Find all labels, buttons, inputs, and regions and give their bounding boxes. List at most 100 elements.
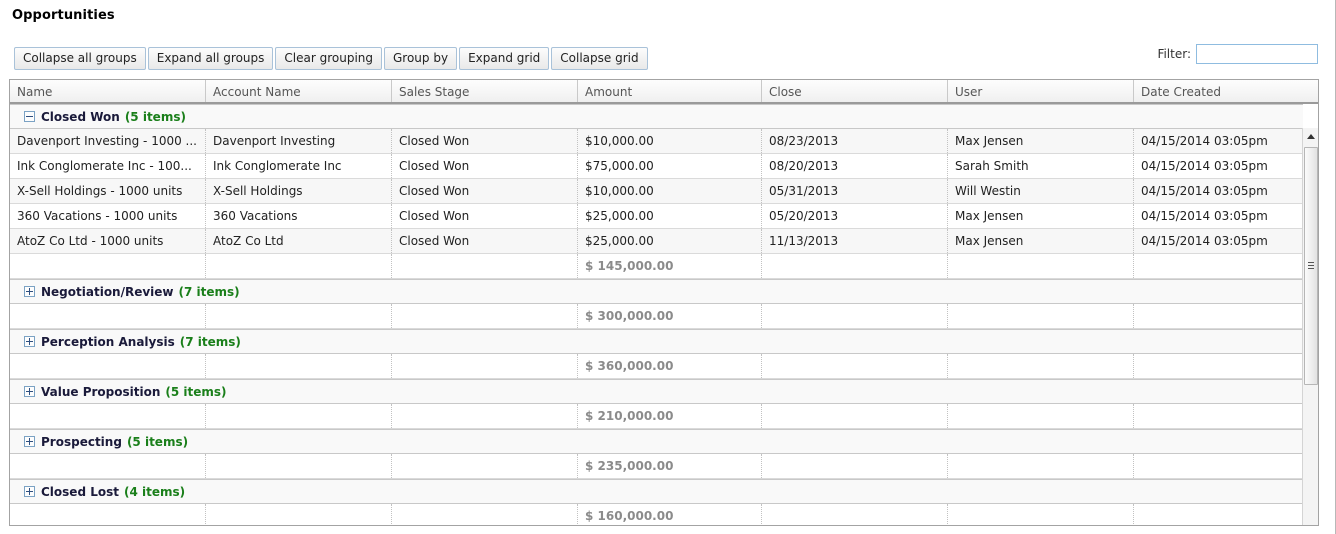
group-summary-blank bbox=[948, 454, 1134, 478]
column-header-amount[interactable]: Amount bbox=[578, 80, 762, 102]
cell-close: 08/23/2013 bbox=[762, 129, 948, 153]
cell-account-name: X-Sell Holdings bbox=[206, 179, 392, 203]
group-title: Perception Analysis bbox=[41, 334, 175, 349]
plus-box-icon[interactable] bbox=[24, 486, 35, 497]
table-row[interactable]: Davenport Investing - 1000 ... Davenport … bbox=[10, 129, 1303, 154]
cell-sales-stage: Closed Won bbox=[392, 204, 578, 228]
group-item-count: (5 items) bbox=[165, 384, 227, 399]
table-row[interactable]: AtoZ Co Ltd - 1000 units AtoZ Co Ltd Close… bbox=[10, 229, 1303, 254]
cell-date-created: 04/15/2014 03:05pm bbox=[1141, 209, 1268, 223]
group-item-count: (7 items) bbox=[179, 334, 241, 349]
group-summary-amount: $ 210,000.00 bbox=[578, 404, 762, 428]
group-summary-blank bbox=[1134, 254, 1303, 278]
group-header-row[interactable]: Value Proposition (5 items) bbox=[10, 379, 1303, 404]
table-row[interactable]: X-Sell Holdings - 1000 units X-Sell Holdi… bbox=[10, 179, 1303, 204]
group-summary-row: $ 235,000.00 bbox=[10, 454, 1303, 479]
group-title: Closed Won bbox=[41, 109, 120, 124]
group-header-row[interactable]: Prospecting (5 items) bbox=[10, 429, 1303, 454]
cell-amount: $10,000.00 bbox=[578, 129, 762, 153]
collapse-all-groups-button[interactable]: Collapse all groups bbox=[14, 47, 146, 70]
group-summary-blank bbox=[392, 404, 578, 428]
cell-user: Max Jensen bbox=[948, 129, 1134, 153]
cell-account-name: Ink Conglomerate Inc bbox=[206, 154, 392, 178]
group-summary-blank bbox=[1134, 504, 1303, 525]
cell-sales-stage: Closed Won bbox=[392, 154, 578, 178]
group-summary-blank bbox=[1134, 404, 1303, 428]
opportunities-page: Opportunities Collapse all groups Expand … bbox=[0, 0, 1336, 534]
group-title: Negotiation/Review bbox=[41, 284, 174, 299]
scroll-up-arrow-icon[interactable] bbox=[1303, 128, 1318, 145]
plus-box-icon[interactable] bbox=[24, 336, 35, 347]
cell-close: 05/31/2013 bbox=[762, 179, 948, 203]
column-header-close[interactable]: Close bbox=[762, 80, 948, 102]
group-summary-blank bbox=[392, 254, 578, 278]
group-summary-blank bbox=[10, 454, 206, 478]
expand-all-groups-button[interactable]: Expand all groups bbox=[147, 47, 274, 70]
group-summary-amount: $ 160,000.00 bbox=[578, 504, 762, 525]
group-summary-blank bbox=[762, 354, 948, 378]
cell-date-created: 04/15/2014 03:05pm bbox=[1141, 159, 1268, 173]
group-summary-blank bbox=[948, 304, 1134, 328]
grid-rows-container: Closed Won (5 items) Davenport Investing -… bbox=[10, 104, 1303, 525]
table-row[interactable]: Ink Conglomerate Inc - 100... Ink Conglom… bbox=[10, 154, 1303, 179]
filter-label: Filter: bbox=[1157, 47, 1191, 61]
collapse-grid-button[interactable]: Collapse grid bbox=[551, 47, 648, 70]
group-header-row[interactable]: Negotiation/Review (7 items) bbox=[10, 279, 1303, 304]
group-summary-blank bbox=[10, 304, 206, 328]
cell-user: Max Jensen bbox=[948, 204, 1134, 228]
group-summary-amount: $ 145,000.00 bbox=[578, 254, 762, 278]
plus-box-icon[interactable] bbox=[24, 436, 35, 447]
group-title: Value Proposition bbox=[41, 384, 161, 399]
group-summary-blank bbox=[10, 354, 206, 378]
cell-name: X-Sell Holdings - 1000 units bbox=[10, 179, 206, 203]
clear-grouping-button[interactable]: Clear grouping bbox=[275, 47, 382, 70]
column-header-name[interactable]: Name bbox=[10, 80, 206, 102]
group-summary-blank bbox=[206, 304, 392, 328]
group-item-count: (4 items) bbox=[123, 484, 186, 499]
cell-name: AtoZ Co Ltd - 1000 units bbox=[10, 229, 206, 253]
group-summary-blank bbox=[762, 404, 948, 428]
cell-sales-stage: Closed Won bbox=[392, 179, 578, 203]
column-header-user[interactable]: User bbox=[948, 80, 1134, 102]
group-summary-blank bbox=[10, 504, 206, 525]
group-summary-blank bbox=[392, 454, 578, 478]
grid-body: Closed Won (5 items) Davenport Investing -… bbox=[10, 104, 1318, 525]
cell-date-created: 04/15/2014 03:05pm bbox=[1141, 234, 1268, 248]
plus-box-icon[interactable] bbox=[24, 286, 35, 297]
group-summary-row: $ 160,000.00 bbox=[10, 504, 1303, 525]
table-row[interactable]: 360 Vacations - 1000 units 360 Vacations C… bbox=[10, 204, 1303, 229]
cell-name: Ink Conglomerate Inc - 100... bbox=[10, 154, 206, 178]
column-header-sales-stage[interactable]: Sales Stage bbox=[392, 80, 578, 102]
group-summary-row: $ 210,000.00 bbox=[10, 404, 1303, 429]
plus-box-icon[interactable] bbox=[24, 386, 35, 397]
group-by-button[interactable]: Group by bbox=[384, 47, 458, 70]
filter-input[interactable] bbox=[1196, 44, 1318, 64]
group-summary-blank bbox=[392, 504, 578, 525]
cell-user: Max Jensen bbox=[948, 229, 1134, 253]
expand-grid-button[interactable]: Expand grid bbox=[459, 47, 550, 70]
cell-amount: $25,000.00 bbox=[578, 229, 762, 253]
vertical-scrollbar[interactable] bbox=[1302, 128, 1318, 525]
group-header-row[interactable]: Closed Lost (4 items) bbox=[10, 479, 1303, 504]
group-summary-blank bbox=[948, 404, 1134, 428]
column-header-account-name[interactable]: Account Name bbox=[206, 80, 392, 102]
group-summary-blank bbox=[1134, 304, 1303, 328]
group-header-row[interactable]: Perception Analysis (7 items) bbox=[10, 329, 1303, 354]
column-header-date-created[interactable]: Date Created bbox=[1134, 80, 1303, 102]
group-summary-amount: $ 300,000.00 bbox=[578, 304, 762, 328]
cell-close: 11/13/2013 bbox=[762, 229, 948, 253]
group-title: Closed Lost bbox=[41, 484, 119, 499]
group-title: Prospecting bbox=[41, 434, 122, 449]
group-header-row[interactable]: Closed Won (5 items) bbox=[10, 104, 1303, 129]
group-summary-blank bbox=[206, 354, 392, 378]
grid-toolbar: Collapse all groups Expand all groups Clea… bbox=[14, 47, 650, 70]
group-summary-blank bbox=[206, 254, 392, 278]
group-summary-blank bbox=[762, 454, 948, 478]
group-summary-blank bbox=[948, 354, 1134, 378]
cell-account-name: AtoZ Co Ltd bbox=[206, 229, 392, 253]
group-summary-blank bbox=[206, 454, 392, 478]
cell-name: Davenport Investing - 1000 ... bbox=[10, 129, 206, 153]
minus-box-icon[interactable] bbox=[24, 111, 35, 122]
vertical-scrollbar-thumb[interactable] bbox=[1304, 147, 1318, 385]
cell-user: Sarah Smith bbox=[948, 154, 1134, 178]
